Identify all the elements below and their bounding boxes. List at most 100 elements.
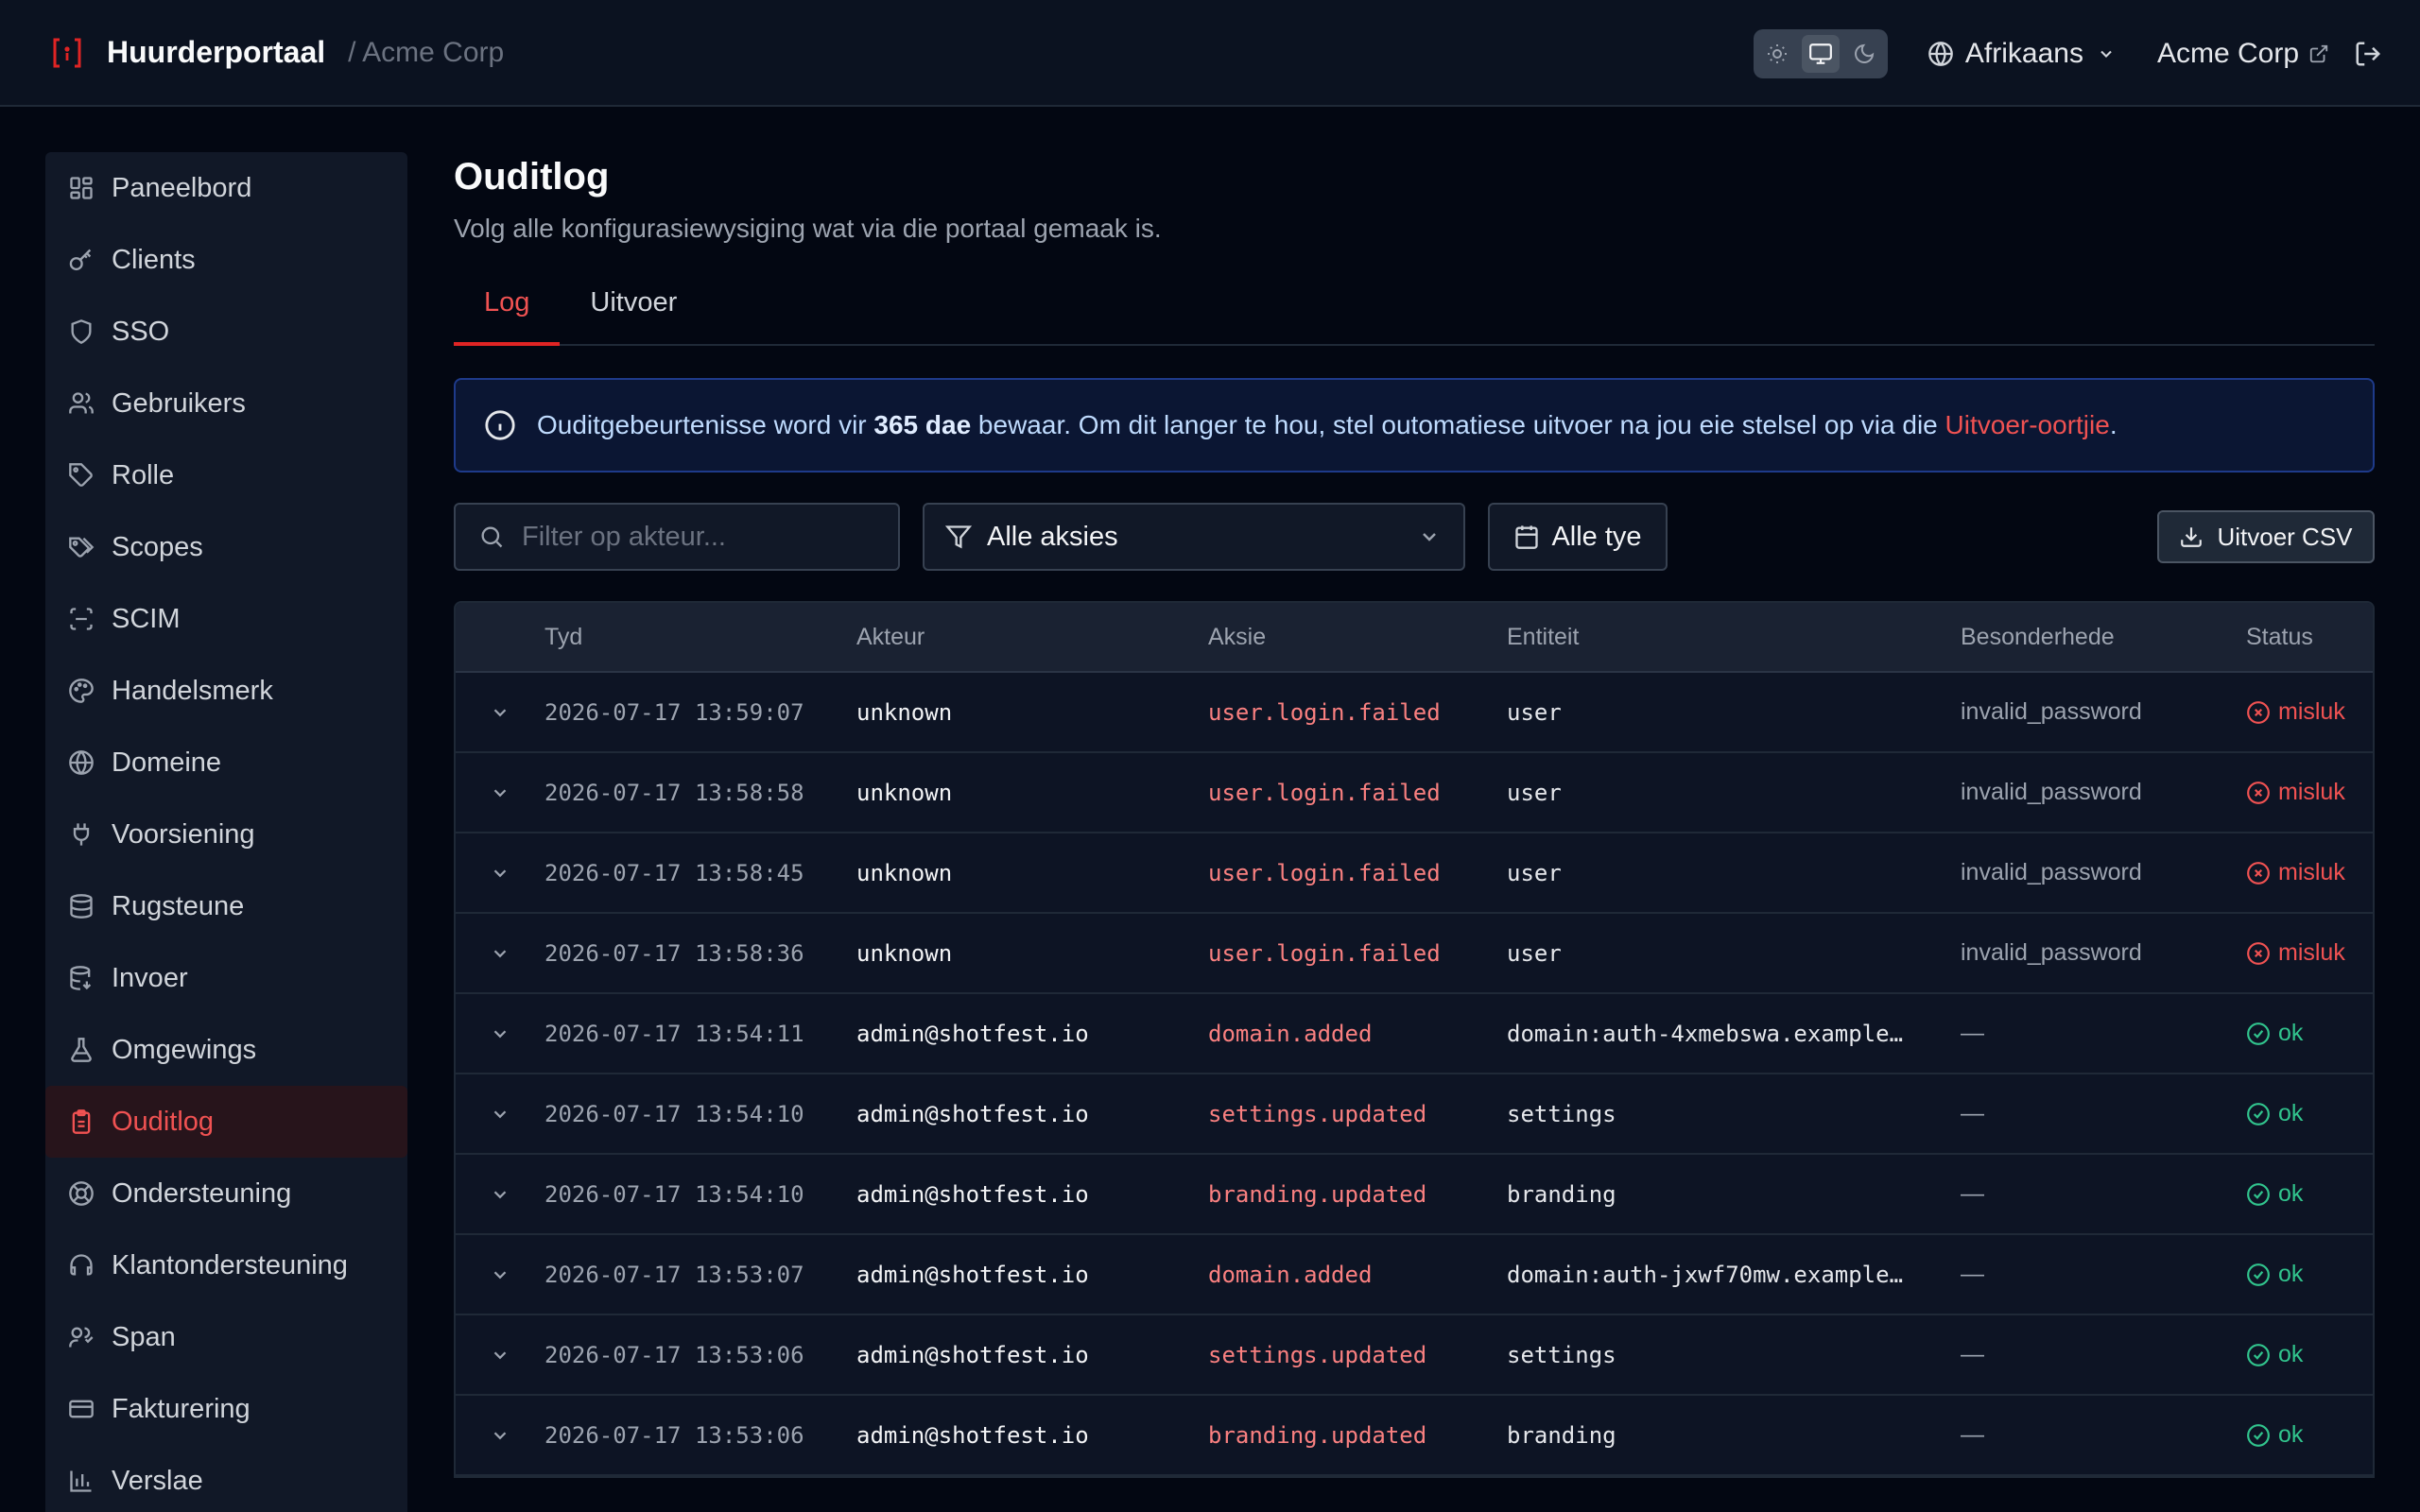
sidebar-item-label: Scopes <box>112 531 203 562</box>
sidebar-item-omgewings[interactable]: Omgewings <box>45 1014 407 1086</box>
sidebar-item-clients[interactable]: Clients <box>45 224 407 296</box>
bar-chart-icon <box>70 1470 92 1492</box>
date-range-button[interactable]: Alle tye <box>1488 503 1668 571</box>
cell-actor: unknown <box>856 939 953 967</box>
status-label: ok <box>2278 1421 2304 1448</box>
row-expand-button[interactable] <box>456 1023 544 1044</box>
sidebar-item-scopes[interactable]: Scopes <box>45 511 407 583</box>
table-row[interactable]: 2026-07-17 13:58:45 unknown user.login.fai… <box>456 833 2373 914</box>
date-range-label: Alle tye <box>1551 521 1642 552</box>
column-header-actor[interactable]: Akteur <box>856 624 1208 651</box>
row-expand-button[interactable] <box>456 782 544 803</box>
row-expand-button[interactable] <box>456 1184 544 1205</box>
status-badge: ok <box>2246 1100 2369 1127</box>
export-csv-button[interactable]: Uitvoer CSV <box>2157 510 2375 563</box>
logout-button[interactable] <box>2354 40 2382 68</box>
sidebar-item-fakturering[interactable]: Fakturering <box>45 1373 407 1445</box>
table-row[interactable]: 2026-07-17 13:58:36 unknown user.login.fai… <box>456 914 2373 994</box>
sidebar-item-ondersteuning[interactable]: Ondersteuning <box>45 1158 407 1229</box>
sidebar-item-gebruikers[interactable]: Gebruikers <box>45 368 407 439</box>
sidebar-item-scim[interactable]: SCIM <box>45 583 407 655</box>
sidebar-item-voorsiening[interactable]: Voorsiening <box>45 799 407 870</box>
sidebar-item-span[interactable]: Span <box>45 1301 407 1373</box>
sidebar-item-rolle[interactable]: Rolle <box>45 439 407 511</box>
top-bar: Huurderportaal / Acme Corp Afrikaans Acm… <box>0 0 2420 107</box>
table-row[interactable]: 2026-07-17 13:54:10 admin@shotfest.io sett… <box>456 1074 2373 1155</box>
tab-uitvoer[interactable]: Uitvoer <box>560 287 707 346</box>
table-row[interactable]: 2026-07-17 13:58:58 unknown user.login.fai… <box>456 753 2373 833</box>
light-theme-button[interactable] <box>1758 35 1796 73</box>
action-select-value: Alle aksies <box>987 521 1118 552</box>
column-header-time[interactable]: Tyd <box>544 624 856 651</box>
table-row[interactable]: 2026-07-17 13:53:06 admin@shotfest.io bran… <box>456 1396 2373 1476</box>
status-label: misluk <box>2278 859 2345 885</box>
export-tab-link[interactable]: Uitvoer-oortjie <box>1945 410 2110 439</box>
column-header-entity[interactable]: Entiteit <box>1507 624 1961 651</box>
calendar-icon <box>1515 525 1539 549</box>
cell-time: 2026-07-17 13:58:58 <box>544 779 804 806</box>
brand[interactable]: Huurderportaal / Acme Corp <box>51 35 504 70</box>
sidebar-item-handelsmerk[interactable]: Handelsmerk <box>45 655 407 727</box>
sidebar-item-label: Domeine <box>112 747 222 778</box>
dark-theme-button[interactable] <box>1845 35 1883 73</box>
row-expand-button[interactable] <box>456 1104 544 1125</box>
sidebar-item-label: Fakturering <box>112 1393 251 1424</box>
actor-filter[interactable] <box>454 503 900 571</box>
chevron-down-icon <box>493 1190 507 1198</box>
row-expand-button[interactable] <box>456 1345 544 1366</box>
credit-card-icon <box>69 1400 94 1418</box>
chevron-down-icon <box>493 708 507 716</box>
status-badge: ok <box>2246 1261 2369 1288</box>
row-expand-button[interactable] <box>456 1425 544 1446</box>
cell-actor: unknown <box>856 859 953 886</box>
system-theme-button[interactable] <box>1801 34 1840 73</box>
tab-log[interactable]: Log <box>454 287 561 346</box>
check-circle-icon <box>2247 1423 2270 1447</box>
row-expand-button[interactable] <box>456 702 544 723</box>
row-expand-button[interactable] <box>456 1264 544 1285</box>
user-group-icon <box>69 1327 94 1348</box>
sidebar-item-label: Rolle <box>112 459 175 490</box>
cell-time: 2026-07-17 13:54:10 <box>544 1100 804 1127</box>
cell-details: — <box>1961 1421 1984 1448</box>
column-header-status[interactable]: Status <box>2246 624 2369 651</box>
cell-entity: domain:auth-4xmebswa.example… <box>1507 1020 1904 1047</box>
org-external-link[interactable]: Acme Corp <box>2157 38 2329 70</box>
sidebar-item-ouditlog[interactable]: Ouditlog <box>45 1086 407 1158</box>
chevron-down-icon <box>493 1029 507 1038</box>
sidebar-item-rugsteune[interactable]: Rugsteune <box>45 870 407 942</box>
x-circle-icon <box>2247 781 2270 804</box>
action-select[interactable]: Alle aksies <box>923 503 1465 571</box>
sidebar-item-domeine[interactable]: Domeine <box>45 727 407 799</box>
x-circle-icon <box>2247 700 2270 724</box>
sidebar-item-label: Ondersteuning <box>112 1177 292 1209</box>
actor-filter-input[interactable] <box>522 521 881 553</box>
sidebar-item-paneelbord[interactable]: Paneelbord <box>45 152 407 224</box>
table-row[interactable]: 2026-07-17 13:54:10 admin@shotfest.io bran… <box>456 1155 2373 1235</box>
language-select[interactable]: Afrikaans <box>1927 38 2116 70</box>
filter-icon <box>945 525 972 549</box>
table-row[interactable]: 2026-07-17 13:54:11 admin@shotfest.io doma… <box>456 994 2373 1074</box>
table-row[interactable]: 2026-07-17 13:53:06 admin@shotfest.io sett… <box>456 1315 2373 1396</box>
status-label: ok <box>2278 1100 2304 1126</box>
sidebar-item-invoer[interactable]: Invoer <box>45 942 407 1014</box>
row-expand-button[interactable] <box>456 943 544 964</box>
cell-actor: admin@shotfest.io <box>856 1341 1089 1368</box>
column-header-details[interactable]: Besonderhede <box>1961 624 2246 651</box>
cell-action: user.login.failed <box>1208 698 1441 726</box>
sidebar-item-label: Invoer <box>112 962 188 993</box>
cell-details: — <box>1961 1341 1984 1367</box>
sidebar-item-verslae[interactable]: Verslae <box>45 1445 407 1512</box>
sidebar-item-sso[interactable]: SSO <box>45 296 407 368</box>
row-expand-button[interactable] <box>456 863 544 884</box>
table-row[interactable]: 2026-07-17 13:53:07 admin@shotfest.io doma… <box>456 1235 2373 1315</box>
cell-entity: user <box>1507 779 1562 806</box>
check-circle-icon <box>2247 1022 2270 1045</box>
key-icon <box>69 249 92 271</box>
cell-action: settings.updated <box>1208 1100 1427 1127</box>
sidebar-item-klantondersteuning[interactable]: Klantondersteuning <box>45 1229 407 1301</box>
column-header-action[interactable]: Aksie <box>1208 624 1507 651</box>
table-row[interactable]: 2026-07-17 13:59:07 unknown user.login.fai… <box>456 673 2373 753</box>
cell-action: branding.updated <box>1208 1421 1427 1449</box>
status-badge: ok <box>2246 1341 2369 1368</box>
